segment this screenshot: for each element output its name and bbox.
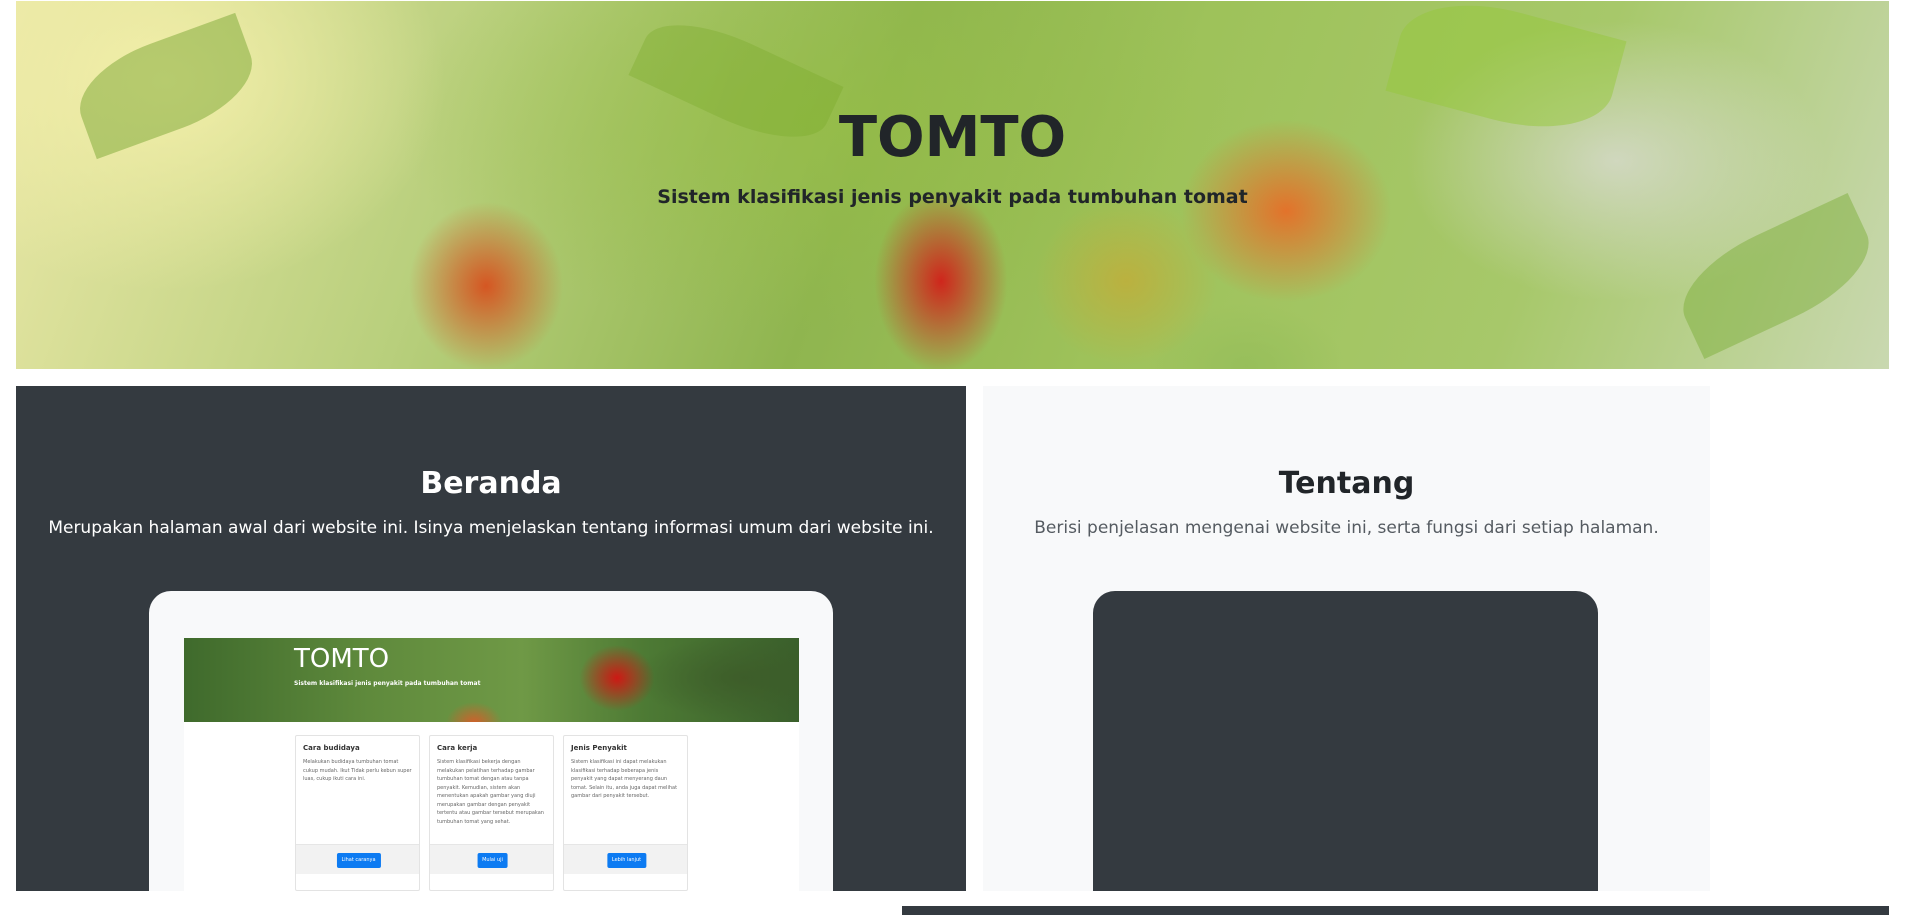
preview-subtitle: Sistem klasifikasi jenis penyakit pada t…: [294, 680, 481, 687]
hero-background-leaf: [1666, 192, 1886, 360]
page-subtitle: Sistem klasifikasi jenis penyakit pada t…: [657, 186, 1248, 208]
section-title: Tentang: [1278, 466, 1415, 501]
preview-card-text: Sistem klasifikasi bekerja dengan melaku…: [437, 759, 544, 825]
page-title: TOMTO: [838, 105, 1067, 170]
preview-button-mulai-uji: Mulai uji: [477, 853, 508, 868]
beranda-preview-screenshot: TOMTO Sistem klasifikasi jenis penyakit …: [184, 638, 799, 891]
preview-card-cara-kerja: Cara kerja Sistem klasifikasi bekerja de…: [429, 735, 554, 891]
tentang-preview-card: [1093, 591, 1598, 891]
preview-card-text: Melakukan budidaya tumbuhan tomat cukup …: [303, 759, 412, 782]
section-description: Merupakan halaman awal dari website ini.…: [48, 518, 934, 538]
page-scrollbar[interactable]: [1889, 0, 1907, 915]
preview-button-lebih-lanjut: Lebih lanjut: [606, 853, 647, 868]
preview-button-lihat-caranya: Lihat caranya: [336, 853, 381, 868]
preview-card-footer: Lebih lanjut: [564, 844, 687, 874]
section-tentang: Tentang Berisi penjelasan mengenai websi…: [983, 386, 1710, 891]
preview-card-footer: Lihat caranya: [296, 844, 419, 874]
next-section-edge: [902, 906, 1892, 915]
preview-card-title: Cara budidaya: [303, 744, 360, 752]
preview-title: TOMTO: [294, 644, 390, 674]
section-beranda: Beranda Merupakan halaman awal dari webs…: [16, 386, 966, 891]
preview-card-title: Jenis Penyakit: [571, 744, 627, 752]
preview-card-budidaya: Cara budidaya Melakukan budidaya tumbuha…: [295, 735, 420, 891]
section-title: Beranda: [420, 466, 562, 501]
section-description: Berisi penjelasan mengenai website ini, …: [1034, 518, 1659, 538]
preview-card-jenis-penyakit: Jenis Penyakit Sistem klasifikasi ini da…: [563, 735, 688, 891]
preview-card-title: Cara kerja: [437, 744, 478, 752]
hero-banner: TOMTO Sistem klasifikasi jenis penyakit …: [16, 1, 1889, 369]
preview-card-text: Sistem klasifikasi ini dapat melakukan k…: [571, 759, 678, 799]
preview-hero-image: TOMTO Sistem klasifikasi jenis penyakit …: [184, 638, 799, 722]
preview-card-footer: Mulai uji: [430, 844, 553, 874]
beranda-preview-card: TOMTO Sistem klasifikasi jenis penyakit …: [149, 591, 833, 891]
